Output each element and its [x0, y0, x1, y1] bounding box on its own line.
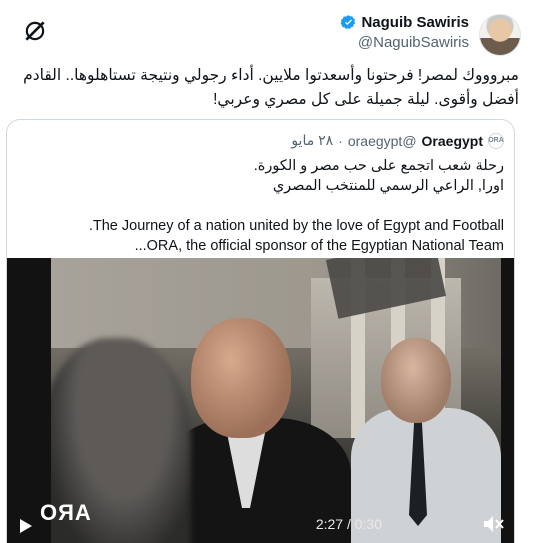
ora-watermark: OЯA — [40, 500, 92, 525]
quote-name[interactable]: Oraegypt — [422, 133, 483, 149]
tweet-card: Naguib Sawiris @NaguibSawiris مبروووك لم… — [0, 0, 533, 543]
quote-line-ar-1: رحلة شعب اتجمع على حب مصر و الكورة. — [253, 158, 504, 174]
quote-avatar[interactable]: ORA — [488, 132, 504, 149]
avatar[interactable] — [479, 14, 521, 56]
video-player[interactable]: OЯA 2:27 / 0:30 — [7, 258, 514, 543]
display-name[interactable]: Naguib Sawiris — [361, 14, 469, 31]
mute-icon[interactable] — [482, 514, 504, 534]
quoted-tweet[interactable]: ORA Oraegypt @oraegypt · ٢٨ مايو رحلة شع… — [6, 119, 515, 543]
tweet-text: مبروووك لمصر! فرحتونا وأسعدتوا ملايين. أ… — [23, 67, 519, 108]
quote-date[interactable]: ٢٨ مايو — [291, 132, 333, 149]
tweet-header: Naguib Sawiris @NaguibSawiris — [12, 10, 521, 56]
verified-badge-icon — [341, 15, 356, 30]
x-logo-icon[interactable] — [22, 18, 48, 44]
quote-header: ORA Oraegypt @oraegypt · ٢٨ مايو — [291, 132, 504, 149]
quote-line-en-2: ORA, the official sponsor of the Egyptia… — [134, 238, 504, 254]
video-frame[interactable] — [51, 258, 501, 543]
video-time: 2:27 / 0:30 — [315, 516, 382, 532]
quote-separator: · — [338, 132, 343, 149]
quote-line-en-1: The Journey of a nation united by the lo… — [88, 218, 504, 234]
author-handle[interactable]: @NaguibSawiris — [340, 34, 469, 51]
quote-body: رحلة شعب اتجمع على حب مصر و الكورة. اورا… — [17, 156, 504, 256]
play-icon[interactable] — [19, 518, 33, 534]
quote-handle[interactable]: @oraegypt — [348, 133, 417, 149]
author-block[interactable]: Naguib Sawiris @NaguibSawiris — [340, 14, 469, 51]
quote-line-ar-2: اورا, الراعي الرسمي للمنتخب المصري — [272, 178, 504, 194]
